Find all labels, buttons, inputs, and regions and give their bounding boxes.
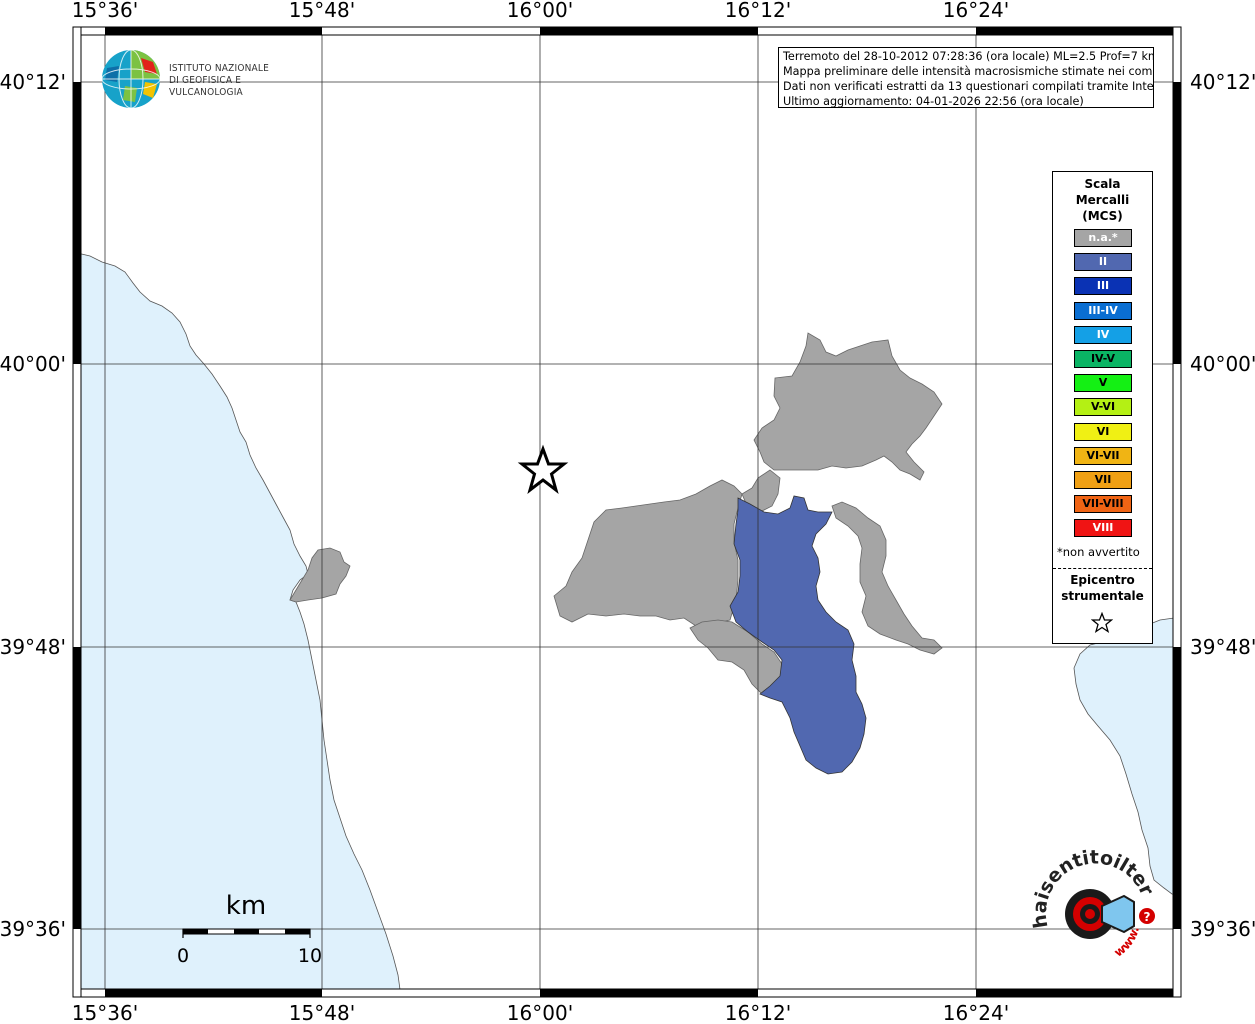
brand-q: ? xyxy=(1144,910,1151,924)
legend-item: n.a.* xyxy=(1074,229,1132,247)
legend-item: V xyxy=(1074,374,1132,393)
legend-item: VII xyxy=(1074,471,1132,489)
lon-labels-top: 15°36' 15°48' 16°00' 16°12' 16°24' xyxy=(72,0,1009,22)
lat-label: 39°36' xyxy=(1190,917,1255,941)
lon-label: 16°00' xyxy=(507,0,573,22)
lon-labels-bottom: 15°36' 15°48' 16°00' 16°12' 16°24' xyxy=(72,1001,1009,1024)
legend-epicenter-label: Epicentro strumentale xyxy=(1053,572,1152,604)
scale-end: 10 xyxy=(298,945,322,967)
lon-label: 16°12' xyxy=(725,1001,791,1024)
info-line: Terremoto del 28-10-2012 07:28:36 (ora l… xyxy=(783,50,1154,63)
ingv-logo-text: ISTITUTO NAZIONALE DI GEOFISICA E VULCAN… xyxy=(169,63,311,99)
lat-label: 40°12' xyxy=(1190,70,1255,94)
globe-icon xyxy=(101,49,161,109)
ingv-logo: ISTITUTO NAZIONALE DI GEOFISICA E VULCAN… xyxy=(101,48,311,110)
legend-title-line: Scala xyxy=(1084,177,1121,191)
scale-unit: km xyxy=(226,891,266,921)
lon-label: 16°12' xyxy=(725,0,791,22)
legend-item: VI xyxy=(1074,422,1132,441)
lat-labels-right: 40°12' 40°00' 39°48' 39°36' xyxy=(1190,70,1255,941)
legend-item: IV xyxy=(1074,325,1132,344)
legend-item: III-IV xyxy=(1074,301,1132,320)
legend-title: Scala Mercalli (MCS) xyxy=(1053,176,1152,224)
info-line: Ultimo aggiornamento: 04-01-2026 22:56 (… xyxy=(783,95,1084,108)
legend-separator xyxy=(1053,568,1152,569)
lat-label: 40°12' xyxy=(0,70,66,94)
legend-note: *non avvertito xyxy=(1057,545,1140,559)
legend-star-icon xyxy=(1091,612,1113,634)
legend-item: VIII xyxy=(1074,519,1132,538)
lat-label: 39°48' xyxy=(1190,635,1255,659)
lon-label: 15°48' xyxy=(289,0,355,22)
lon-label: 15°36' xyxy=(72,1001,138,1024)
info-line: Dati non verificati estratti da 13 quest… xyxy=(783,80,1154,93)
lon-label: 16°24' xyxy=(943,0,1009,22)
legend-epi-line: Epicentro xyxy=(1070,573,1135,587)
lon-label: 16°00' xyxy=(507,1001,573,1024)
event-info-box: Terremoto del 28-10-2012 07:28:36 (ora l… xyxy=(778,47,1154,108)
logo-line2: DI GEOFISICA E VULCANOLOGIA xyxy=(169,75,243,98)
legend-epi-line: strumentale xyxy=(1061,589,1144,603)
lat-label: 40°00' xyxy=(0,352,66,376)
lat-labels-left: 40°12' 40°00' 39°48' 39°36' xyxy=(0,70,66,941)
lat-label: 39°36' xyxy=(0,917,66,941)
logo-line1: ISTITUTO NAZIONALE xyxy=(169,63,269,74)
legend-title-line: (MCS) xyxy=(1082,209,1123,223)
legend-item: II xyxy=(1074,253,1132,272)
scale-start: 0 xyxy=(177,945,189,967)
lon-label: 16°24' xyxy=(943,1001,1009,1024)
lon-label: 15°48' xyxy=(289,1001,355,1024)
lon-label: 15°36' xyxy=(72,0,138,22)
legend-item: VI-VII xyxy=(1074,446,1132,465)
info-line: Mappa preliminare delle intensità macros… xyxy=(783,65,1154,78)
legend-title-line: Mercalli xyxy=(1075,193,1130,207)
legend-item: IV-V xyxy=(1074,350,1132,368)
legend-item: VII-VIII xyxy=(1074,495,1132,514)
legend-item: III xyxy=(1074,277,1132,296)
lat-label: 40°00' xyxy=(1190,352,1255,376)
lat-label: 39°48' xyxy=(0,635,66,659)
mcs-legend: Scala Mercalli (MCS) n.a.* II III III-IV IV I… xyxy=(1052,171,1153,644)
legend-item: V-VI xyxy=(1074,398,1132,417)
